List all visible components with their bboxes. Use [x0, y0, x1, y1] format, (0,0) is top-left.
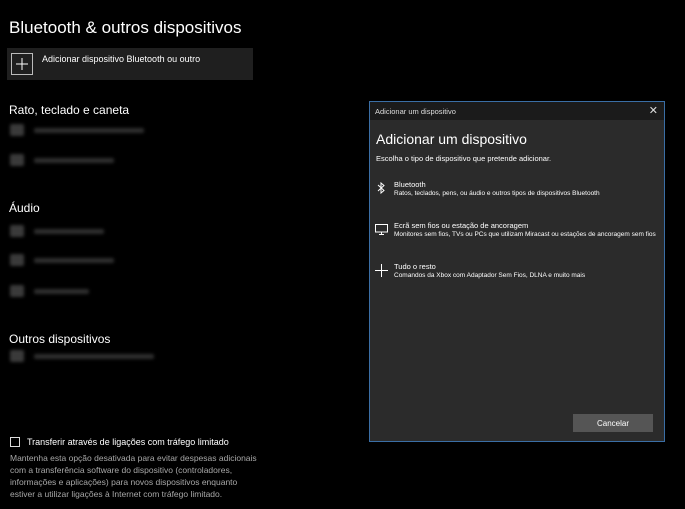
device-name: [34, 228, 104, 234]
option-title: Tudo o resto: [394, 262, 436, 271]
bluetooth-icon: [373, 181, 389, 195]
device-item[interactable]: [10, 347, 154, 365]
device-name: [34, 157, 114, 163]
dialog-window-title: Adicionar um dispositivo: [375, 106, 456, 116]
device-icon: [10, 350, 24, 362]
add-device-label: Adicionar dispositivo Bluetooth ou outro: [42, 54, 201, 64]
option-desc: Ratos, teclados, pens, ou áudio e outros…: [394, 190, 600, 197]
device-icon: [10, 154, 24, 166]
option-everything-else[interactable]: Tudo o resto Comandos da Xbox com Adapta…: [373, 262, 585, 280]
device-name: [34, 288, 89, 294]
cancel-button[interactable]: Cancelar: [573, 414, 653, 432]
section-title-other: Outros dispositivos: [9, 332, 111, 346]
option-bluetooth[interactable]: Bluetooth Ratos, teclados, pens, ou áudi…: [373, 180, 600, 198]
device-item[interactable]: [10, 151, 114, 169]
device-icon: [10, 225, 24, 237]
dialog-heading: Adicionar um dispositivo: [376, 131, 527, 147]
device-icon: [10, 254, 24, 266]
metered-checkbox[interactable]: [10, 437, 20, 447]
device-item[interactable]: [10, 222, 104, 240]
metered-checkbox-label: Transferir através de ligações com tráfe…: [27, 437, 229, 447]
metered-connection-toggle[interactable]: Transferir através de ligações com tráfe…: [10, 437, 229, 447]
option-wireless-display[interactable]: Ecrã sem fios ou estação de ancoragem Mo…: [373, 221, 656, 239]
section-title-audio: Áudio: [9, 201, 40, 215]
option-title: Bluetooth: [394, 180, 426, 189]
device-item[interactable]: [10, 282, 89, 300]
device-item[interactable]: [10, 251, 114, 269]
device-icon: [10, 285, 24, 297]
option-title: Ecrã sem fios ou estação de ancoragem: [394, 221, 529, 230]
dialog-subtitle: Escolha o tipo de dispositivo que preten…: [376, 154, 552, 163]
device-icon: [10, 124, 24, 136]
monitor-icon: [373, 222, 389, 236]
section-title-input: Rato, teclado e caneta: [9, 103, 130, 117]
dialog-titlebar: Adicionar um dispositivo ✕: [370, 102, 664, 120]
plus-icon: [11, 53, 33, 75]
device-item[interactable]: [10, 121, 144, 139]
device-name: [34, 127, 144, 133]
device-name: [34, 353, 154, 359]
metered-description: Mantenha esta opção desativada para evit…: [10, 453, 257, 499]
page-title: Bluetooth & outros dispositivos: [9, 18, 242, 37]
plus-icon: [373, 263, 389, 277]
option-desc: Comandos da Xbox com Adaptador Sem Fios,…: [394, 272, 586, 279]
add-device-button[interactable]: Adicionar dispositivo Bluetooth ou outro: [7, 48, 253, 80]
add-device-dialog: Adicionar um dispositivo ✕ Adicionar um …: [369, 101, 665, 442]
close-icon[interactable]: ✕: [649, 106, 658, 117]
device-name: [34, 257, 114, 263]
option-desc: Monitores sem fios, TVs ou PCs que utili…: [394, 231, 656, 238]
